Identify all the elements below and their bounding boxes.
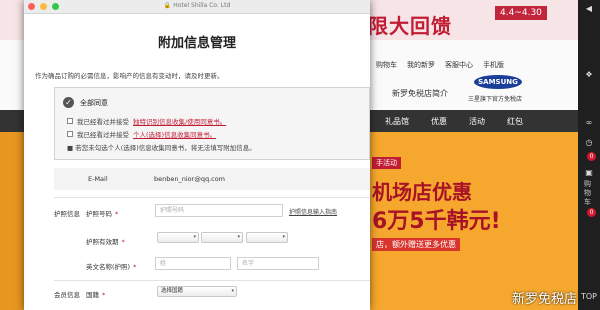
check-circle-icon[interactable]: ✓ [63, 97, 74, 108]
consent-row-unique-id: 我已经看过并接受 独特识别信息收集/使用同意书。 [67, 116, 226, 126]
consent-note: ■ 若您未勾选个人(选择)信息收集同意书，将无法填写附加信息。 [67, 142, 256, 152]
surname-input[interactable]: 姓 [155, 257, 231, 270]
nationality-selected: 选择国籍 [161, 288, 184, 294]
top-links: 购物车 我的新罗 客服中心 手机版 [376, 60, 504, 70]
expiry-year-select[interactable]: ▾ [157, 232, 199, 243]
expiry-month-select[interactable]: ▾ [201, 232, 243, 243]
window-titlebar: 🔒 Hotel Shilla Co. Ltd [24, 0, 370, 14]
nav-item-events[interactable]: 活动 [469, 116, 485, 127]
banner-tag: 手活动 [372, 157, 401, 169]
passport-help-link[interactable]: 护照信息输入指南 [289, 207, 337, 216]
consent-text-2: 我已经看过并接受 [77, 131, 129, 139]
passport-number-input[interactable]: 护照号码 [155, 204, 283, 217]
link-icon[interactable]: ∞ [578, 118, 600, 127]
consent-text-1: 我已经看过并接受 [77, 118, 129, 126]
divider [54, 197, 370, 198]
lock-icon: 🔒 [163, 2, 172, 9]
address-bar: 🔒 Hotel Shilla Co. Ltd [24, 2, 370, 9]
consent-link-2[interactable]: 个人(选择)信息收集同意书。 [133, 129, 216, 139]
banner-left-edge [0, 132, 24, 310]
banner-amount: 6万5千韩元! [372, 209, 501, 234]
nationality-label: 国籍 * [86, 291, 106, 299]
expiry-day-select[interactable]: ▾ [246, 232, 288, 243]
chevron-down-icon: ▾ [193, 234, 196, 240]
given-name-input[interactable]: 名字 [237, 257, 319, 270]
samsung-subtitle: 三星旗下官方免税店 [468, 96, 523, 103]
nav-item-deals[interactable]: 优惠 [431, 116, 447, 127]
chevron-down-icon: ▾ [231, 288, 234, 294]
nav-item-gifts[interactable]: 礼品馆 [385, 116, 409, 127]
divider [54, 280, 370, 281]
consent-note-text: 若您未勾选个人(选择)信息收集同意书，将无法填写附加信息。 [75, 144, 256, 152]
chevron-down-icon: ▾ [282, 234, 285, 240]
passport-section-label: 护照信息 [54, 210, 80, 218]
store-intro-link[interactable]: 新罗免税店简介 [392, 88, 448, 99]
cart-vertical-label[interactable]: 购物车 [584, 180, 594, 207]
cart-badge: 0 [587, 208, 596, 217]
gift-icon[interactable]: ❖ [578, 70, 600, 79]
chevron-down-icon: ▾ [237, 234, 240, 240]
nationality-select[interactable]: 选择国籍 ▾ [157, 286, 237, 297]
email-label: E-Mail [88, 175, 108, 183]
top-button[interactable]: TOP [578, 292, 600, 301]
banner-headline: 机场店优惠 [372, 180, 472, 204]
consent-checkbox-1[interactable] [67, 118, 73, 124]
agree-all-toggle[interactable]: ✓ 全部同意 [63, 97, 108, 108]
watermark-text: 新罗免税店 [512, 292, 578, 307]
bullet-icon: ■ [67, 144, 76, 152]
url-text: Hotel Shilla Co. Ltd [173, 2, 231, 9]
right-sidebar: ◀ ❖ ∞ ◷ 0 ▣ 购物车 0 TOP [578, 0, 600, 310]
consent-box: ✓ 全部同意 我已经看过并接受 独特识别信息收集/使用同意书。 我已经看过并接受… [54, 87, 370, 160]
passport-number-label: 护照号码 * [86, 210, 119, 218]
consent-row-optional: 我已经看过并接受 个人(选择)信息收集同意书。 [67, 129, 216, 139]
my-shilla-link[interactable]: 我的新罗 [407, 60, 435, 70]
promo-date-badge: 4.4~4.30 [495, 6, 547, 20]
consent-checkbox-2[interactable] [67, 131, 73, 137]
service-link[interactable]: 客服中心 [445, 60, 473, 70]
email-value: benben_nior@qq.com [154, 175, 226, 183]
nav-item-redpacket[interactable]: 红包 [507, 116, 523, 127]
bag-icon[interactable]: ▣ [578, 168, 600, 177]
additional-info-dialog: 🔒 Hotel Shilla Co. Ltd 附加信息管理 作为确品订购的必需信息… [24, 0, 370, 310]
member-section-label: 会员信息 [54, 291, 80, 299]
clock-icon[interactable]: ◷ [578, 138, 600, 147]
dialog-title: 附加信息管理 [157, 36, 236, 51]
banner-note: 店，额外赠送更多优惠 [372, 238, 460, 251]
passport-expiry-label: 护照有效期 * [86, 238, 125, 246]
english-name-label: 英文名称(护照) * [86, 263, 137, 271]
dialog-description: 作为确品订购的必需信息，影响产的信息有变动时，请及时更新。 [35, 72, 224, 80]
mobile-link[interactable]: 手机版 [483, 60, 504, 70]
nav-items: 礼品馆 优惠 活动 红包 [385, 116, 523, 127]
consent-link-1[interactable]: 独特识别信息收集/使用同意书。 [133, 116, 226, 126]
badge-count: 0 [587, 152, 596, 161]
back-icon[interactable]: ◀ [578, 4, 600, 13]
samsung-logo: SAMSUNG [474, 75, 522, 89]
cart-link[interactable]: 购物车 [376, 60, 397, 70]
email-row: E-Mail benben_nior@qq.com [54, 168, 370, 190]
promo-title: 限大回馈 [368, 14, 452, 38]
agree-all-label: 全部同意 [80, 98, 108, 107]
